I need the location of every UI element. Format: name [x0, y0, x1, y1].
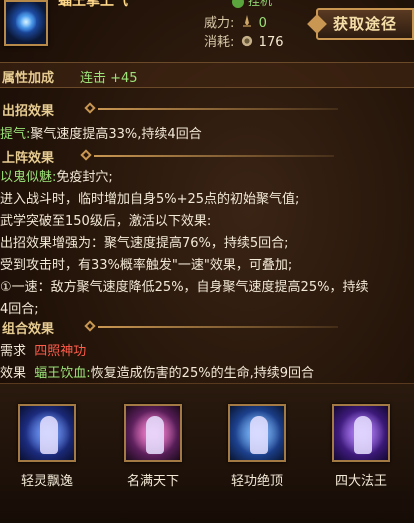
related-skills-panel: 轻灵飘逸 名满天下 轻功绝顶 四大法王	[0, 383, 414, 523]
divider-diamond-icon	[80, 149, 92, 161]
acquire-button[interactable]: 获取途径	[316, 8, 414, 40]
skill-portrait-icon	[4, 0, 48, 46]
skill-card[interactable]: 轻灵飘逸	[12, 404, 82, 489]
skill-mingmantianxia-icon	[124, 404, 182, 462]
need-value: 四照神功	[34, 344, 87, 359]
deploy-effect-line: 以鬼似魅:免疫封穴;	[0, 166, 113, 185]
effect-prefix: 提气:	[0, 127, 31, 142]
combo-need-line: 需求 四照神功	[0, 340, 86, 359]
need-label: 需求	[0, 344, 27, 359]
deploy-effect-line: 4回合;	[0, 302, 39, 317]
deploy-effect-line: 武学突破至150级后，激活以下效果:	[0, 214, 212, 229]
skill-qinggongjueding-icon	[228, 404, 286, 462]
divider	[94, 155, 334, 157]
skill-card[interactable]: 轻功绝顶	[222, 404, 292, 489]
effect-prefix: 以鬼似魅:	[0, 170, 57, 185]
effect-text: 恢复造成伤害的25%的生命,持续9回合	[90, 366, 314, 381]
coin-icon	[241, 35, 252, 47]
skill-sidafawang-icon	[332, 404, 390, 462]
attack-effect-title: 出招效果	[2, 104, 55, 119]
divider	[98, 108, 338, 110]
divider-diamond-icon	[84, 320, 96, 332]
skill-detail-panel: 蝠王掌上气 挂机 威力: 0 消耗: 176 获取途径 属性加成 连击 +45 …	[0, 0, 414, 523]
attribute-bonus-row: 属性加成 连击 +45	[0, 62, 414, 88]
skill-label: 轻功绝顶	[230, 474, 283, 489]
cost-value: 176	[258, 35, 284, 50]
deploy-effect-title: 上阵效果	[2, 151, 55, 166]
skill-label: 名满天下	[126, 474, 179, 489]
skill-label: 四大法王	[334, 474, 387, 489]
tag-leaf-icon	[232, 0, 244, 8]
cost-stat: 消耗: 176	[204, 31, 284, 50]
deploy-effect-line: 出招效果增强为：聚气速度提高76%，持续5回合;	[0, 236, 289, 251]
skill-card[interactable]: 名满天下	[118, 404, 188, 489]
effect-label: 效果	[0, 366, 27, 381]
power-label: 威力:	[204, 16, 235, 31]
effect-text: 聚气速度提高33%,持续4回合	[30, 127, 202, 142]
combo-effect-line: 效果 蝠王饮血:恢复造成伤害的25%的生命,持续9回合	[0, 362, 314, 381]
skill-header: 蝠王掌上气 挂机 威力: 0 消耗: 176 获取途径	[0, 0, 414, 60]
attack-effect-line: 提气:聚气速度提高33%,持续4回合	[0, 123, 202, 142]
divider-diamond-icon	[84, 102, 96, 114]
skill-tag: 挂机	[232, 0, 272, 9]
deploy-effect-line: ①一速：敌方聚气速度降低25%，自身聚气速度提高25%，持续	[0, 280, 369, 295]
skill-name: 蝠王掌上气	[58, 0, 128, 9]
deploy-effect-line: 受到攻击时，有33%概率触发"一速"效果，可叠加;	[0, 258, 293, 273]
sword-icon	[242, 15, 251, 27]
cost-label: 消耗:	[204, 35, 235, 50]
skill-label: 轻灵飘逸	[20, 474, 73, 489]
power-stat: 威力: 0	[204, 12, 267, 31]
skill-card[interactable]: 四大法王	[326, 404, 396, 489]
tag-text: 挂机	[248, 0, 273, 8]
divider	[98, 326, 338, 328]
attribute-bonus-value: 连击 +45	[80, 71, 138, 86]
deploy-effect-line: 进入战斗时，临时增加自身5%+25点的初始聚气值;	[0, 192, 300, 207]
power-value: 0	[258, 16, 267, 31]
combo-effect-title: 组合效果	[2, 322, 55, 337]
effect-text: 免疫封穴;	[56, 170, 113, 185]
attribute-bonus-label: 属性加成	[2, 71, 55, 86]
effect-name: 蝠王饮血:	[34, 366, 91, 381]
skill-qinglingpiaoyi-icon	[18, 404, 76, 462]
